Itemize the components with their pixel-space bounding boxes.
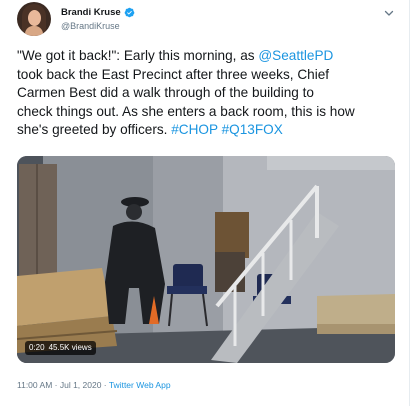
tweet-source-link[interactable]: Twitter Web App	[109, 380, 171, 390]
tweet-text-segment: she's greeted by officers.	[17, 122, 172, 137]
tweet-text-line: check things out. As she enters a back r…	[17, 103, 395, 122]
hashtag-link[interactable]: #Q13FOX	[222, 122, 283, 137]
tweet-meta: 11:00 AM · Jul 1, 2020 · Twitter Web App	[17, 380, 171, 390]
tweet-timestamp[interactable]: 11:00 AM · Jul 1, 2020 ·	[17, 380, 109, 390]
video-duration: 0:20	[29, 343, 45, 352]
video-player[interactable]: 0:20 45.5K views	[17, 156, 395, 363]
hashtag-link[interactable]: #CHOP	[171, 122, 218, 137]
tweet-card[interactable]: Brandi Kruse @BrandiKruse "We got it bac…	[0, 0, 410, 406]
video-stats-badge: 0:20 45.5K views	[25, 341, 96, 355]
tweet-text-segment: took back the East Precinct after three …	[17, 66, 330, 82]
video-frame	[17, 156, 395, 363]
tweet-text-line: took back the East Precinct after three …	[17, 66, 395, 85]
tweet-text-segment: check things out. As she enters a back r…	[17, 103, 355, 119]
tweet-text-line: Carmen Best did a walk through of the bu…	[17, 84, 395, 103]
avatar[interactable]	[17, 2, 51, 36]
tweet-text-segment: "We got it back!": Early this morning, a…	[17, 48, 259, 63]
chevron-down-icon[interactable]	[383, 7, 395, 19]
tweet-text-segment: Carmen Best did a walk through of the bu…	[17, 85, 314, 100]
avatar-neck	[25, 26, 43, 36]
avatar-face	[28, 10, 41, 26]
tweet-text-line: "We got it back!": Early this morning, a…	[17, 47, 395, 66]
video-views: 45.5K views	[48, 343, 92, 352]
tweet-text: "We got it back!": Early this morning, a…	[17, 47, 395, 140]
mention-link[interactable]: @SeattlePD	[258, 48, 333, 63]
author-name-row[interactable]: Brandi Kruse	[61, 7, 135, 18]
author-handle[interactable]: @BrandiKruse	[61, 21, 120, 31]
verified-badge-icon	[124, 7, 134, 18]
author-display-name[interactable]: Brandi Kruse	[61, 7, 121, 18]
tweet-text-line: she's greeted by officers. #CHOP #Q13FOX	[17, 121, 395, 140]
